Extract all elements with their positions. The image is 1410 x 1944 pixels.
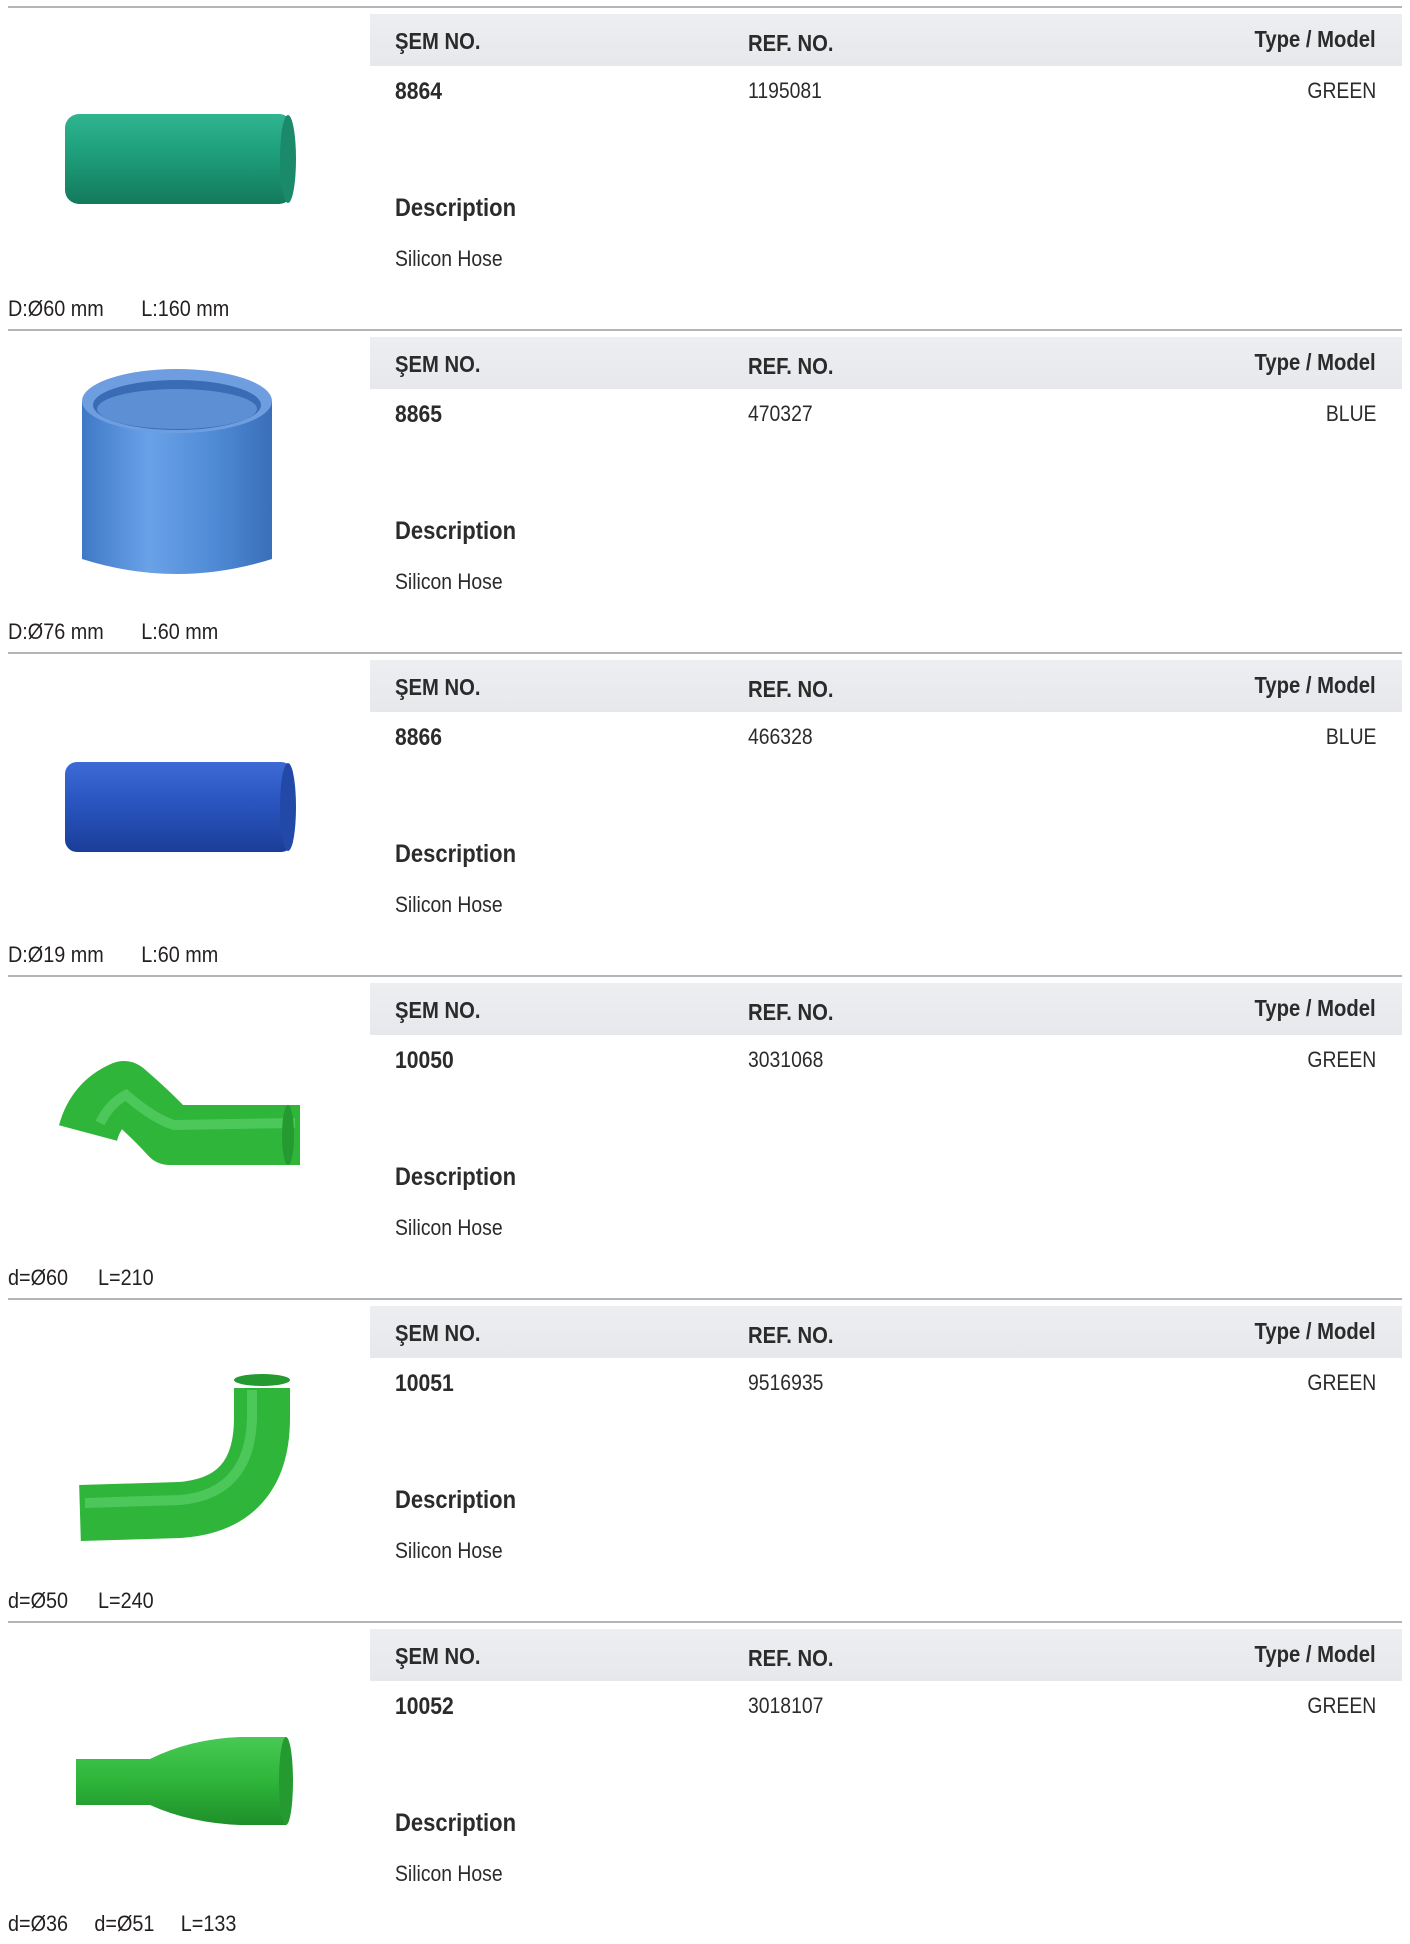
product-image: [40, 1641, 340, 1901]
type-model-label: Type / Model: [1254, 1641, 1376, 1667]
row-header-band: [370, 660, 1402, 712]
type-model-value: BLUE: [1325, 401, 1376, 426]
product-image: [40, 349, 340, 609]
row-header-band: [370, 983, 1402, 1035]
type-model-value: GREEN: [1307, 78, 1376, 103]
dimension-value: D:Ø60 mm: [8, 296, 104, 321]
dimension-value: L=133: [180, 1911, 237, 1936]
description-heading: Description: [395, 194, 517, 222]
product-image: [40, 995, 340, 1255]
dimension-value: L:60 mm: [141, 619, 219, 644]
product-row: ŞEM NO. REF. NO. Type / Model 8866 46632…: [0, 652, 1410, 975]
type-model-value: GREEN: [1307, 1047, 1376, 1072]
product-row: ŞEM NO. REF. NO. Type / Model 8864 11950…: [0, 6, 1410, 329]
sem-no-label: ŞEM NO.: [395, 1320, 481, 1346]
dimensions: d=Ø50 L=240: [8, 1588, 154, 1614]
sem-no-value: 10051: [395, 1370, 454, 1397]
type-model-value: GREEN: [1307, 1370, 1376, 1395]
description-heading: Description: [395, 840, 517, 868]
type-model-label: Type / Model: [1254, 349, 1376, 375]
product-row: ŞEM NO. REF. NO. Type / Model 10050 3031…: [0, 975, 1410, 1298]
type-model-label: Type / Model: [1254, 672, 1376, 698]
row-header-band: [370, 1629, 1402, 1681]
description-heading: Description: [395, 1163, 517, 1191]
sem-no-label: ŞEM NO.: [395, 351, 481, 377]
description-value: Silicon Hose: [395, 1538, 503, 1563]
type-model-label: Type / Model: [1254, 1318, 1376, 1344]
dimension-value: D:Ø76 mm: [8, 619, 104, 644]
row-header-band: [370, 14, 1402, 66]
product-row: ŞEM NO. REF. NO. Type / Model 10052 3018…: [0, 1621, 1410, 1944]
product-row: ŞEM NO. REF. NO. Type / Model 8865 47032…: [0, 329, 1410, 652]
sem-no-label: ŞEM NO.: [395, 674, 481, 700]
row-header-band: [370, 337, 1402, 389]
type-model-value: GREEN: [1307, 1693, 1376, 1718]
sem-no-value: 8865: [395, 401, 442, 428]
dimension-value: d=Ø36: [8, 1911, 69, 1936]
row-divider: [8, 6, 1402, 8]
ref-no-label: REF. NO.: [748, 1645, 834, 1671]
type-model-label: Type / Model: [1254, 26, 1376, 52]
description-value: Silicon Hose: [395, 1215, 503, 1240]
ref-no-label: REF. NO.: [748, 1322, 834, 1348]
dimensions: d=Ø60 L=210: [8, 1265, 154, 1291]
row-divider: [8, 975, 1402, 977]
description-heading: Description: [395, 1809, 517, 1837]
dimensions: D:Ø60 mm L:160 mm: [8, 296, 229, 322]
row-header-band: [370, 1306, 1402, 1358]
product-image: [40, 1318, 340, 1578]
ref-no-value: 3018107: [748, 1693, 824, 1718]
type-model-label: Type / Model: [1254, 995, 1376, 1021]
ref-no-label: REF. NO.: [748, 30, 834, 56]
description-value: Silicon Hose: [395, 1861, 503, 1886]
dimension-value: L:60 mm: [141, 942, 219, 967]
ref-no-value: 1195081: [748, 78, 822, 103]
ref-no-value: 9516935: [748, 1370, 824, 1395]
dimension-value: D:Ø19 mm: [8, 942, 104, 967]
ref-no-label: REF. NO.: [748, 353, 834, 379]
description-value: Silicon Hose: [395, 246, 503, 271]
ref-no-value: 466328: [748, 724, 813, 749]
row-divider: [8, 1298, 1402, 1300]
sem-no-label: ŞEM NO.: [395, 997, 481, 1023]
sem-no-value: 8866: [395, 724, 442, 751]
sem-no-label: ŞEM NO.: [395, 28, 481, 54]
dimensions: D:Ø76 mm L:60 mm: [8, 619, 218, 645]
ref-no-value: 470327: [748, 401, 813, 426]
description-heading: Description: [395, 1486, 517, 1514]
sem-no-value: 10052: [395, 1693, 454, 1720]
row-divider: [8, 1621, 1402, 1623]
dimension-value: L=240: [98, 1588, 154, 1613]
row-divider: [8, 329, 1402, 331]
ref-no-label: REF. NO.: [748, 999, 834, 1025]
ref-no-value: 3031068: [748, 1047, 824, 1072]
dimension-value: L:160 mm: [141, 296, 230, 321]
sem-no-label: ŞEM NO.: [395, 1643, 481, 1669]
row-divider: [8, 652, 1402, 654]
ref-no-label: REF. NO.: [748, 676, 834, 702]
description-value: Silicon Hose: [395, 569, 503, 594]
description-value: Silicon Hose: [395, 892, 503, 917]
description-heading: Description: [395, 517, 517, 545]
product-image: [40, 26, 340, 286]
product-row: ŞEM NO. REF. NO. Type / Model 10051 9516…: [0, 1298, 1410, 1621]
product-image: [40, 672, 340, 932]
dimension-value: d=Ø51: [94, 1911, 155, 1936]
sem-no-value: 8864: [395, 78, 442, 105]
dimensions: d=Ø36 d=Ø51 L=133: [8, 1911, 236, 1937]
dimension-value: L=210: [98, 1265, 154, 1290]
sem-no-value: 10050: [395, 1047, 454, 1074]
type-model-value: BLUE: [1325, 724, 1376, 749]
dimension-value: d=Ø60: [8, 1265, 69, 1290]
dimension-value: d=Ø50: [8, 1588, 69, 1613]
catalog-page: ŞEM NO. REF. NO. Type / Model 8864 11950…: [0, 0, 1410, 1942]
dimensions: D:Ø19 mm L:60 mm: [8, 942, 218, 968]
